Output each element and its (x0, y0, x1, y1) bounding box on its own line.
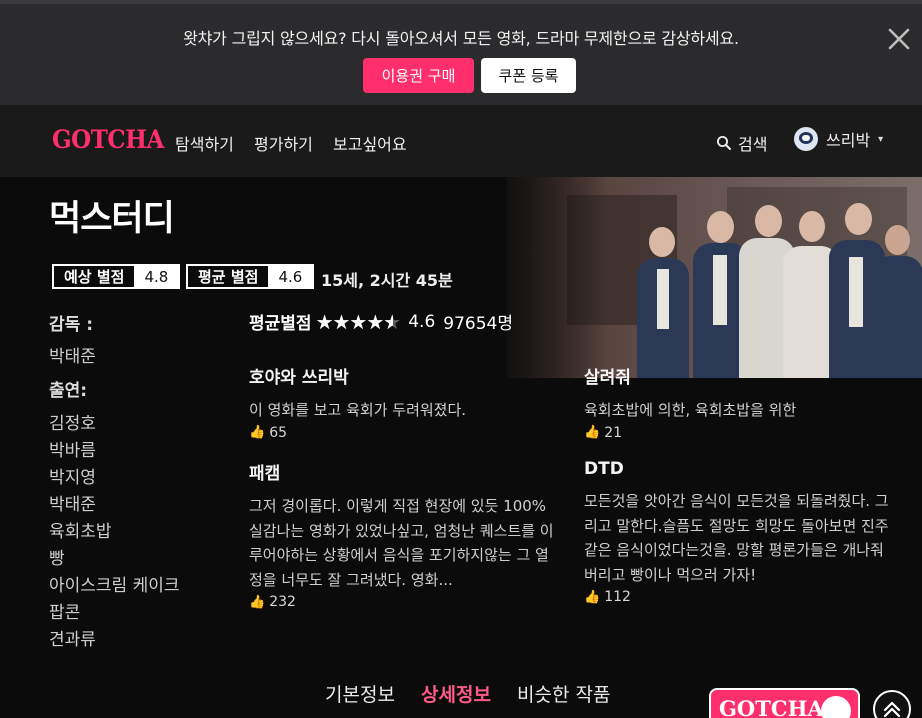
director-heading: 감독 : (49, 315, 93, 335)
banner-message: 왓챠가 그립지 않으세요? 다시 돌아오셔서 모든 영화, 드라마 무제한으로 … (183, 29, 739, 48)
float-badge-label: GOTCHA! (719, 696, 833, 718)
top-navigation: GOTCHA 탐색하기 평가하기 보고싶어요 검색 쓰리박 ▾ (0, 105, 922, 177)
movie-title: 먹스터디 (49, 199, 175, 239)
scroll-to-top-button[interactable] (873, 690, 911, 718)
expected-rating-value: 4.8 (134, 266, 179, 287)
star-rating-icon: ★★★★★ ★★★★★ (315, 309, 402, 334)
age-runtime: 15세, 2시간 45분 (321, 271, 453, 290)
search-icon (717, 136, 731, 150)
thumbs-up-icon: 👍 (249, 594, 266, 610)
review-likes: 👍 65 (249, 425, 559, 441)
like-count: 65 (269, 424, 288, 441)
nav-wishlist[interactable]: 보고싶어요 (333, 131, 407, 155)
user-name: 쓰리박 (826, 131, 871, 150)
promo-banner: 왓챠가 그립지 않으세요? 다시 돌아오셔서 모든 영화, 드라마 무제한으로 … (0, 0, 922, 105)
reviewer-name: 패캠 (249, 464, 281, 484)
gotcha-floating-badge[interactable]: GOTCHA! (709, 688, 860, 718)
average-rating-badge: 평균 별점 4.6 (186, 264, 315, 289)
rating-count: 97654명 (443, 314, 513, 334)
average-rating-value: 4.6 (268, 266, 313, 287)
movie-still-image (507, 177, 922, 378)
review-card[interactable]: DTD 모든것을 앗아간 음식이 모든것을 되돌려줬다. 그리고 말한다.슬픔도… (584, 459, 894, 605)
average-rating-heading: 평균별점 (249, 314, 312, 334)
review-text: 그저 경이롭다. 이렇게 직접 현장에 있듯 100% 실감나는 영화가 있었나… (249, 497, 554, 589)
review-likes: 👍 232 (249, 594, 559, 610)
review-card[interactable]: 살려줘 육회초밥에 의한, 육회초밥을 위한 👍 21 (584, 363, 894, 441)
gotcha-logo[interactable]: GOTCHA (52, 125, 164, 154)
review-text: 모든것을 앗아간 음식이 모든것을 되돌려줬다. 그리고 말한다.슬픔도 절망도… (584, 492, 889, 584)
nav-rate[interactable]: 평가하기 (254, 131, 313, 155)
nav-explore[interactable]: 탐색하기 (175, 131, 234, 155)
user-menu[interactable]: 쓰리박 ▾ (794, 127, 883, 151)
review-card[interactable]: 패캠 그저 경이롭다. 이렇게 직접 현장에 있듯 100% 실감나는 영화가 … (249, 459, 559, 610)
search-button[interactable]: 검색 (716, 131, 767, 155)
review-likes: 👍 112 (584, 589, 894, 605)
thumbs-up-icon: 👍 (584, 589, 601, 605)
thumbs-up-icon: 👍 (584, 425, 601, 440)
cast-item[interactable]: 팝콘 (49, 598, 80, 623)
like-count: 232 (269, 594, 296, 610)
cast-item[interactable]: 육회초밥 (49, 517, 112, 542)
buy-pass-button[interactable]: 이용권 구매 (363, 58, 474, 93)
thumbs-up-icon: 👍 (249, 425, 266, 440)
tab-basic-info[interactable]: 기본정보 (325, 680, 395, 707)
cast-item[interactable]: 박바름 (49, 436, 96, 461)
register-coupon-button[interactable]: 쿠폰 등록 (481, 58, 576, 93)
chevron-down-icon: ▾ (878, 133, 884, 145)
average-rating-label: 평균 별점 (188, 266, 269, 287)
like-count: 112 (604, 589, 631, 605)
avatar (794, 127, 818, 151)
review-text: 이 영화를 보고 육회가 두려워졌다. (249, 401, 467, 419)
tab-detail-info[interactable]: 상세정보 (421, 680, 491, 707)
reviewer-name: 살려줘 (584, 368, 631, 388)
director-name[interactable]: 박태준 (49, 342, 96, 367)
review-text: 육회초밥에 의한, 육회초밥을 위한 (584, 401, 797, 419)
average-score: 4.6 (408, 311, 436, 332)
close-icon[interactable] (886, 26, 912, 52)
review-likes: 👍 21 (584, 425, 894, 441)
cast-item[interactable]: 김정호 (49, 409, 96, 434)
reviewer-name: DTD (584, 459, 624, 479)
cast-item[interactable]: 견과류 (49, 625, 96, 650)
like-count: 21 (604, 424, 623, 441)
cast-item[interactable]: 박태준 (49, 490, 96, 515)
mascot-icon (821, 696, 851, 718)
average-rating-summary: 평균별점 ★★★★★ ★★★★★ 4.6 97654명 (249, 309, 513, 335)
cast-item[interactable]: 박지영 (49, 463, 96, 488)
cast-heading: 출연: (49, 381, 88, 401)
review-card[interactable]: 호야와 쓰리박 이 영화를 보고 육회가 두려워졌다. 👍 65 (249, 363, 559, 441)
expected-rating-label: 예상 별점 (54, 266, 135, 287)
tab-similar-titles[interactable]: 비슷한 작품 (517, 680, 610, 707)
search-label: 검색 (738, 135, 768, 154)
cast-item[interactable]: 빵 (49, 544, 65, 569)
chevron-up-icon (883, 701, 901, 718)
cast-item[interactable]: 아이스크림 케이크 (49, 571, 180, 596)
expected-rating-badge: 예상 별점 4.8 (52, 264, 181, 289)
reviewer-name: 호야와 쓰리박 (249, 368, 349, 388)
